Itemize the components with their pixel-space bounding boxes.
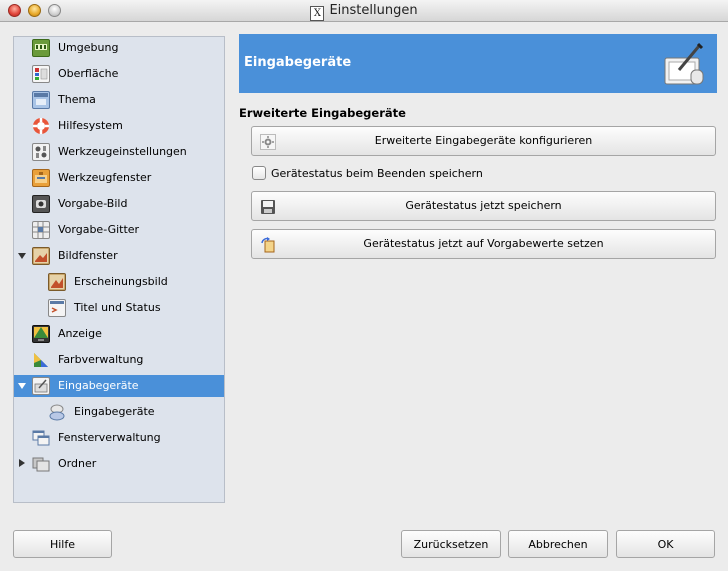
sidebar-item-erscheinungsbild[interactable]: Erscheinungsbild: [14, 271, 224, 293]
save-now-button-label: Gerätestatus jetzt speichern: [405, 199, 562, 212]
sidebar-item-label: Ordner: [58, 457, 97, 470]
window-title: Einstellungen: [329, 3, 418, 18]
sidebar-item-label: Anzeige: [58, 327, 102, 340]
sidebar-item-eingabegeraete[interactable]: Eingabegeräte: [14, 375, 224, 397]
reset-button[interactable]: Zurücksetzen: [401, 530, 501, 558]
sidebar-item-label: Oberfläche: [58, 67, 119, 80]
sidebar-item-label: Vorgabe-Bild: [58, 197, 128, 210]
title-bar: X Einstellungen: [0, 0, 728, 22]
sidebar-item-anzeige[interactable]: Anzeige: [14, 323, 224, 345]
sidebar-item-umgebung[interactable]: Umgebung: [14, 37, 224, 59]
configure-button-label: Erweiterte Eingabegeräte konfigurieren: [374, 134, 593, 147]
input-controllers-icon: [48, 403, 66, 421]
save-on-exit-label[interactable]: Gerätestatus beim Beenden speichern: [271, 167, 483, 180]
reset-defaults-icon: [260, 236, 276, 253]
page-header-banner: Eingabegeräte: [239, 34, 717, 93]
sidebar-item-label: Farbverwaltung: [58, 353, 144, 366]
reset-button-label: Gerätestatus jetzt auf Vorgabewerte setz…: [363, 237, 604, 250]
sidebar-item-label: Werkzeugeinstellungen: [58, 145, 187, 158]
sidebar-item-label: Titel und Status: [74, 301, 161, 314]
ok-button[interactable]: OK: [616, 530, 715, 558]
reset-device-status-button[interactable]: Gerätestatus jetzt auf Vorgabewerte setz…: [251, 229, 716, 259]
input-devices-icon: [32, 377, 50, 395]
sidebar-item-label: Thema: [58, 93, 96, 106]
expanded-arrow-icon[interactable]: [18, 253, 26, 259]
interface-icon: [32, 65, 50, 83]
page-title: Eingabegeräte: [244, 55, 352, 70]
sidebar-item-label: Eingabegeräte: [58, 379, 139, 392]
save-device-status-now-button[interactable]: Gerätestatus jetzt speichern: [251, 191, 716, 221]
sidebar-item-label: Hilfesystem: [58, 119, 123, 132]
preferences-gear-icon: [260, 133, 276, 150]
help-button[interactable]: Hilfe: [13, 530, 112, 558]
appearance-icon: [48, 273, 66, 291]
sidebar-item-vorgabe-bild[interactable]: Vorgabe-Bild: [14, 193, 224, 215]
sidebar-item-hilfesystem[interactable]: Hilfesystem: [14, 115, 224, 137]
input-devices-large-icon: [661, 40, 707, 88]
sidebar-item-bildfenster[interactable]: Bildfenster: [14, 245, 224, 267]
sidebar-item-oberflaeche[interactable]: Oberfläche: [14, 63, 224, 85]
x11-icon: X: [310, 6, 325, 21]
color-management-icon: [32, 351, 50, 369]
reset-footer-button-label: Zurücksetzen: [413, 538, 489, 551]
sidebar-item-thema[interactable]: Thema: [14, 89, 224, 111]
preferences-category-tree[interactable]: Umgebung Oberfläche Thema Hilfesystem We…: [13, 36, 225, 503]
default-image-icon: [32, 195, 50, 213]
environment-icon: [32, 39, 50, 57]
title-status-icon: [48, 299, 66, 317]
theme-icon: [32, 91, 50, 109]
window-title-wrap: X Einstellungen: [0, 3, 728, 21]
expanded-arrow-icon[interactable]: [18, 383, 26, 389]
sidebar-item-label: Erscheinungsbild: [74, 275, 168, 288]
tool-options-icon: [32, 143, 50, 161]
folders-icon: [32, 455, 50, 473]
floppy-disk-icon: [260, 198, 276, 214]
cancel-button[interactable]: Abbrechen: [508, 530, 608, 558]
sidebar-item-werkzeugeinstellungen[interactable]: Werkzeugeinstellungen: [14, 141, 224, 163]
window-management-icon: [32, 429, 50, 447]
section-title: Erweiterte Eingabegeräte: [239, 106, 406, 120]
sidebar-item-label: Vorgabe-Gitter: [58, 223, 140, 236]
sidebar-item-label: Fensterverwaltung: [58, 431, 161, 444]
save-on-exit-checkbox[interactable]: [252, 166, 266, 180]
sidebar-item-farbverwaltung[interactable]: Farbverwaltung: [14, 349, 224, 371]
help-button-label: Hilfe: [49, 538, 76, 551]
sidebar-item-label: Umgebung: [58, 41, 119, 54]
toolbox-icon: [32, 169, 50, 187]
configure-extended-input-devices-button[interactable]: Erweiterte Eingabegeräte konfigurieren: [251, 126, 716, 156]
image-window-icon: [32, 247, 50, 265]
sidebar-item-label: Bildfenster: [58, 249, 118, 262]
sidebar-item-label: Werkzeugfenster: [58, 171, 152, 184]
sidebar-item-werkzeugfenster[interactable]: Werkzeugfenster: [14, 167, 224, 189]
sidebar-item-ordner[interactable]: Ordner: [14, 453, 224, 475]
collapsed-arrow-icon[interactable]: [19, 459, 25, 467]
sidebar-item-label: Eingabegeräte: [74, 405, 155, 418]
default-grid-icon: [32, 221, 50, 239]
help-system-icon: [32, 117, 50, 135]
sidebar-item-vorgabe-gitter[interactable]: Vorgabe-Gitter: [14, 219, 224, 241]
ok-button-label: OK: [657, 538, 674, 551]
cancel-button-label: Abbrechen: [528, 538, 588, 551]
sidebar-item-titel-und-status[interactable]: Titel und Status: [14, 297, 224, 319]
sidebar-item-fensterverwaltung[interactable]: Fensterverwaltung: [14, 427, 224, 449]
display-icon: [32, 325, 50, 343]
sidebar-item-eingabegeraete-controller[interactable]: Eingabegeräte: [14, 401, 224, 423]
